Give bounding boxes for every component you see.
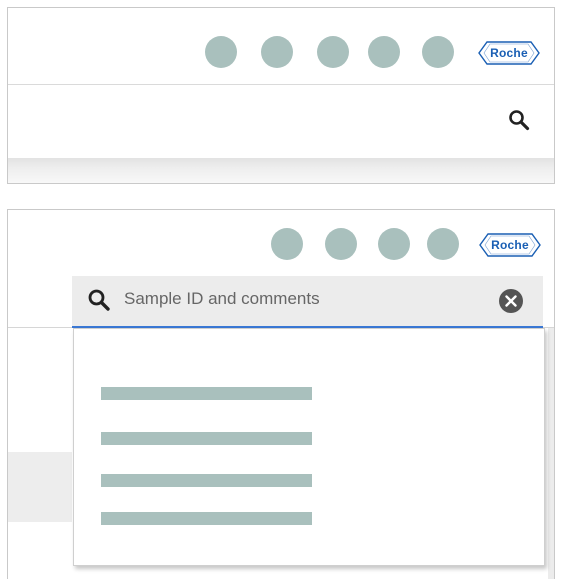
header-divider [8,84,554,85]
search-icon[interactable] [508,109,530,131]
search-result-item[interactable] [101,387,312,400]
roche-logo: Roche [479,233,541,257]
status-dot[interactable] [368,36,400,68]
status-dot[interactable] [422,36,454,68]
search-results-dropdown [73,328,545,566]
status-dot[interactable] [325,228,357,260]
background-band [8,452,72,522]
status-dot[interactable] [378,228,410,260]
status-dot[interactable] [271,228,303,260]
toolbar-shadow [8,158,554,183]
search-result-item[interactable] [101,474,312,487]
close-icon[interactable] [499,289,523,313]
status-dot[interactable] [261,36,293,68]
background-panel [548,328,554,579]
header-collapsed: Roche [7,7,555,184]
logo-text: Roche [491,238,529,252]
search-result-item[interactable] [101,512,312,525]
search-bar[interactable]: Sample ID and comments [72,276,543,328]
logo-text: Roche [490,46,528,60]
search-input[interactable]: Sample ID and comments [124,289,320,309]
header-expanded: Roche Sample ID and comments [7,209,555,579]
roche-logo: Roche [478,41,540,65]
search-icon [87,288,111,312]
search-result-item[interactable] [101,432,312,445]
status-dot[interactable] [427,228,459,260]
status-dot[interactable] [317,36,349,68]
status-dot[interactable] [205,36,237,68]
